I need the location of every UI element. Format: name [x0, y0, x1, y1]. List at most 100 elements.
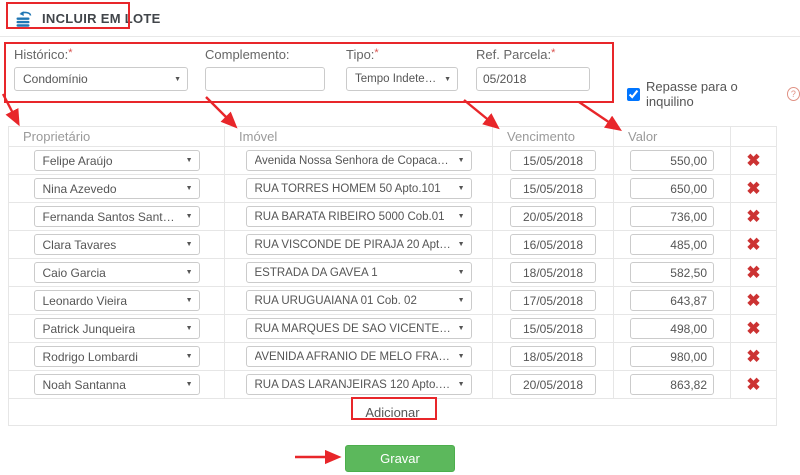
imovel-select[interactable]: ESTRADA DA GAVEA 1▼: [246, 262, 472, 283]
complemento-field: Complemento:: [205, 47, 325, 91]
delete-row-icon[interactable]: ✖: [746, 207, 760, 226]
required-marker: *: [551, 47, 555, 59]
imovel-select[interactable]: AVENIDA AFRANIO DE MELO FRANCO 199▼: [246, 346, 472, 367]
table-row: Patrick Junqueira▼ RUA MARQUES DE SAO VI…: [9, 315, 777, 343]
required-marker: *: [68, 47, 72, 59]
help-icon[interactable]: ?: [787, 87, 800, 101]
required-marker: *: [374, 47, 378, 59]
delete-row-icon[interactable]: ✖: [746, 235, 760, 254]
delete-row-icon[interactable]: ✖: [746, 291, 760, 310]
table-row: Nina Azevedo▼ RUA TORRES HOMEM 50 Apto.1…: [9, 175, 777, 203]
chevron-down-icon: ▼: [186, 325, 193, 332]
table-row: Clara Tavares▼ RUA VISCONDE DE PIRAJA 20…: [9, 231, 777, 259]
imovel-select[interactable]: RUA TORRES HOMEM 50 Apto.101▼: [246, 178, 472, 199]
proprietario-select[interactable]: Clara Tavares▼: [34, 234, 200, 255]
chevron-down-icon: ▼: [186, 381, 193, 388]
repasse-checkbox[interactable]: [627, 88, 640, 101]
table-row: Noah Santanna▼ RUA DAS LARANJEIRAS 120 A…: [9, 371, 777, 399]
delete-row-icon[interactable]: ✖: [746, 375, 760, 394]
imovel-select[interactable]: RUA MARQUES DE SAO VICENTE 90 Cob. 02▼: [246, 318, 472, 339]
vencimento-input[interactable]: [510, 290, 596, 311]
delete-row-icon[interactable]: ✖: [746, 263, 760, 282]
gravar-button[interactable]: Gravar: [345, 445, 455, 472]
delete-row-icon[interactable]: ✖: [746, 179, 760, 198]
historico-label: Histórico:*: [14, 47, 188, 62]
vencimento-input[interactable]: [510, 374, 596, 395]
valor-input[interactable]: [630, 178, 714, 199]
complemento-input[interactable]: [205, 67, 325, 91]
table-row: Felipe Araújo▼ Avenida Nossa Senhora de …: [9, 147, 777, 175]
ref-parcela-input[interactable]: [476, 67, 590, 91]
col-actions: [731, 127, 777, 147]
proprietario-select[interactable]: Noah Santanna▼: [34, 374, 200, 395]
chevron-down-icon: ▼: [458, 325, 465, 332]
chevron-down-icon: ▼: [458, 269, 465, 276]
delete-row-icon[interactable]: ✖: [746, 319, 760, 338]
imovel-select[interactable]: Avenida Nossa Senhora de Copacabana 10 C…: [246, 150, 472, 171]
valor-input[interactable]: [630, 290, 714, 311]
table-row: Leonardo Vieira▼ RUA URUGUAIANA 01 Cob. …: [9, 287, 777, 315]
delete-row-icon[interactable]: ✖: [746, 347, 760, 366]
proprietario-select[interactable]: Leonardo Vieira▼: [34, 290, 200, 311]
proprietario-select[interactable]: Felipe Araújo▼: [34, 150, 200, 171]
table-header-row: Proprietário Imóvel Vencimento Valor: [9, 127, 777, 147]
imovel-select[interactable]: RUA BARATA RIBEIRO 5000 Cob.01▼: [246, 206, 472, 227]
delete-row-icon[interactable]: ✖: [746, 151, 760, 170]
chevron-down-icon: ▼: [458, 297, 465, 304]
valor-input[interactable]: [630, 318, 714, 339]
chevron-down-icon: ▼: [186, 241, 193, 248]
proprietario-select[interactable]: Rodrigo Lombardi▼: [34, 346, 200, 367]
chevron-down-icon: ▼: [458, 353, 465, 360]
valor-input[interactable]: [630, 374, 714, 395]
chevron-down-icon: ▼: [458, 213, 465, 220]
tipo-field: Tipo:* Tempo Indeterminado ▼: [346, 47, 458, 91]
chevron-down-icon: ▼: [186, 157, 193, 164]
valor-input[interactable]: [630, 234, 714, 255]
vencimento-input[interactable]: [510, 346, 596, 367]
chevron-down-icon: ▼: [458, 157, 465, 164]
chevron-down-icon: ▼: [186, 269, 193, 276]
proprietario-select[interactable]: Nina Azevedo▼: [34, 178, 200, 199]
proprietario-select[interactable]: Fernanda Santos Santanna▼: [34, 206, 200, 227]
batch-form: Histórico:* Condomínio ▼ Complemento: Ti…: [0, 41, 800, 107]
page-header: INCLUIR EM LOTE: [0, 0, 800, 37]
chevron-down-icon: ▼: [458, 241, 465, 248]
imovel-select[interactable]: RUA DAS LARANJEIRAS 120 Apto.201▼: [246, 374, 472, 395]
historico-select[interactable]: Condomínio ▼: [14, 67, 188, 91]
complemento-label: Complemento:: [205, 47, 325, 62]
proprietario-select[interactable]: Caio Garcia▼: [34, 262, 200, 283]
add-row: Adicionar: [9, 399, 777, 426]
chevron-down-icon: ▼: [186, 353, 193, 360]
vencimento-input[interactable]: [510, 262, 596, 283]
chevron-down-icon: ▼: [186, 185, 193, 192]
valor-input[interactable]: [630, 346, 714, 367]
valor-input[interactable]: [630, 150, 714, 171]
chevron-down-icon: ▼: [458, 185, 465, 192]
vencimento-input[interactable]: [510, 318, 596, 339]
imovel-select[interactable]: RUA URUGUAIANA 01 Cob. 02▼: [246, 290, 472, 311]
table-row: Caio Garcia▼ ESTRADA DA GAVEA 1▼ ✖: [9, 259, 777, 287]
historico-field: Histórico:* Condomínio ▼: [14, 47, 188, 91]
adicionar-button[interactable]: Adicionar: [365, 405, 419, 420]
vencimento-input[interactable]: [510, 206, 596, 227]
valor-input[interactable]: [630, 262, 714, 283]
batch-table: Proprietário Imóvel Vencimento Valor Fel…: [8, 126, 777, 426]
vencimento-input[interactable]: [510, 178, 596, 199]
chevron-down-icon: ▼: [458, 381, 465, 388]
col-valor: Valor: [614, 127, 731, 147]
table-row: Rodrigo Lombardi▼ AVENIDA AFRANIO DE MEL…: [9, 343, 777, 371]
ref-parcela-label: Ref. Parcela:*: [476, 47, 590, 62]
vencimento-input[interactable]: [510, 234, 596, 255]
page-title: INCLUIR EM LOTE: [42, 11, 161, 26]
valor-input[interactable]: [630, 206, 714, 227]
imovel-select[interactable]: RUA VISCONDE DE PIRAJA 20 Apto.101▼: [246, 234, 472, 255]
proprietario-select[interactable]: Patrick Junqueira▼: [34, 318, 200, 339]
repasse-label: Repasse para o inquilino: [646, 79, 781, 109]
tipo-select[interactable]: Tempo Indeterminado ▼: [346, 67, 458, 91]
col-proprietario: Proprietário: [9, 127, 225, 147]
vencimento-input[interactable]: [510, 150, 596, 171]
chevron-down-icon: ▼: [186, 213, 193, 220]
chevron-down-icon: ▼: [186, 297, 193, 304]
table-row: Fernanda Santos Santanna▼ RUA BARATA RIB…: [9, 203, 777, 231]
col-imovel: Imóvel: [225, 127, 493, 147]
